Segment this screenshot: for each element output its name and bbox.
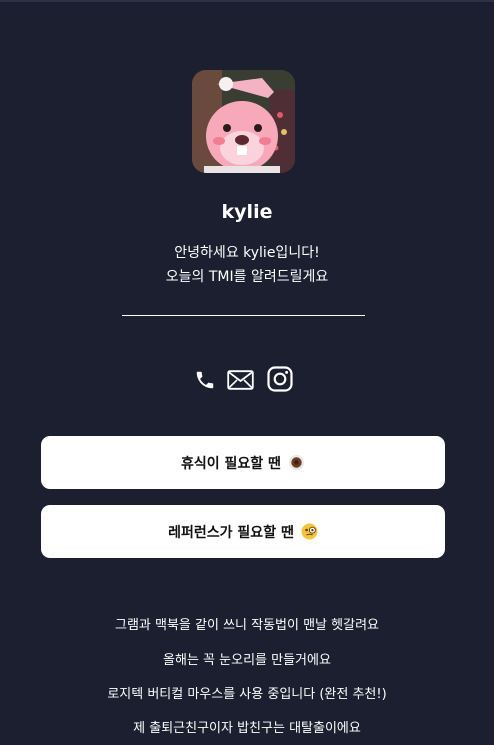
- instagram-link[interactable]: [267, 366, 293, 396]
- coffee-icon: [288, 454, 305, 471]
- instagram-icon: [267, 366, 293, 392]
- rest-link-button[interactable]: 휴식이 필요할 땐: [41, 436, 445, 489]
- phone-link[interactable]: [194, 369, 216, 395]
- divider: [122, 315, 365, 316]
- rest-link-label: 휴식이 필요할 땐: [181, 455, 281, 472]
- email-link[interactable]: [227, 370, 254, 394]
- monocle-face-icon: [301, 523, 318, 540]
- phone-icon: [196, 371, 214, 389]
- profile-name: kylie: [221, 201, 273, 223]
- beaver-character-image: [192, 70, 295, 173]
- profile-bio-line-1: 안녕하세요 kylie입니다!: [174, 245, 320, 261]
- avatar: [192, 70, 295, 173]
- tmi-line-2: 올해는 꼭 눈오리를 만들거에요: [163, 653, 331, 668]
- top-border: [0, 0, 494, 2]
- mail-icon: [227, 370, 254, 390]
- profile-bio-line-2: 오늘의 TMI를 알려드릴게요: [165, 269, 329, 285]
- tmi-line-1: 그램과 맥북을 같이 쓰니 작동법이 맨날 헷갈려요: [115, 618, 379, 633]
- tmi-line-4: 제 출퇴근친구이자 밥친구는 대탈출이에요: [133, 721, 361, 736]
- tmi-line-3: 로지텍 버티컬 마우스를 사용 중입니다 (완전 추천!): [107, 687, 387, 702]
- reference-link-label: 레퍼런스가 필요할 땐: [168, 524, 294, 541]
- social-links: [192, 366, 302, 394]
- reference-link-button[interactable]: 레퍼런스가 필요할 땐: [41, 505, 445, 558]
